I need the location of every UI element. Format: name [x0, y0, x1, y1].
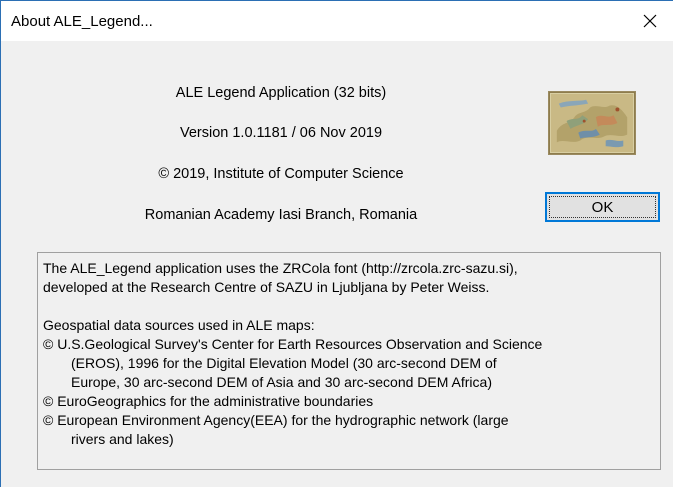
info-text-box: The ALE_Legend application uses the ZRCo… — [37, 252, 661, 470]
version-label: Version 1.0.1181 / 06 Nov 2019 — [179, 125, 383, 141]
title-bar[interactable]: About ALE_Legend... — [1, 1, 673, 41]
info-line: © U.S.Geological Survey's Center for Ear… — [43, 336, 543, 352]
ok-button[interactable]: OK — [545, 192, 660, 222]
window-title: About ALE_Legend... — [11, 13, 153, 30]
map-logo-icon — [548, 91, 636, 155]
info-line: rivers and lakes) — [71, 431, 174, 447]
app-name-label: ALE Legend Application (32 bits) — [175, 85, 387, 101]
info-line: (EROS), 1996 for the Digital Elevation M… — [71, 355, 497, 371]
close-icon — [643, 14, 657, 28]
about-dialog: About ALE_Legend... ALE Legend Applicati… — [0, 0, 673, 487]
info-line: The ALE_Legend application uses the ZRCo… — [43, 260, 518, 276]
info-line: © European Environment Agency(EEA) for t… — [43, 412, 509, 428]
copyright-label: © 2019, Institute of Computer Science — [158, 166, 404, 182]
info-line: © EuroGeographics for the administrative… — [43, 393, 374, 409]
close-button[interactable] — [627, 1, 673, 41]
info-line: Europe, 30 arc-second DEM of Asia and 30… — [71, 374, 492, 390]
info-line: Geospatial data sources used in ALE maps… — [43, 317, 315, 333]
organization-label: Romanian Academy Iasi Branch, Romania — [144, 207, 418, 223]
info-line: developed at the Research Centre of SAZU… — [43, 279, 490, 295]
